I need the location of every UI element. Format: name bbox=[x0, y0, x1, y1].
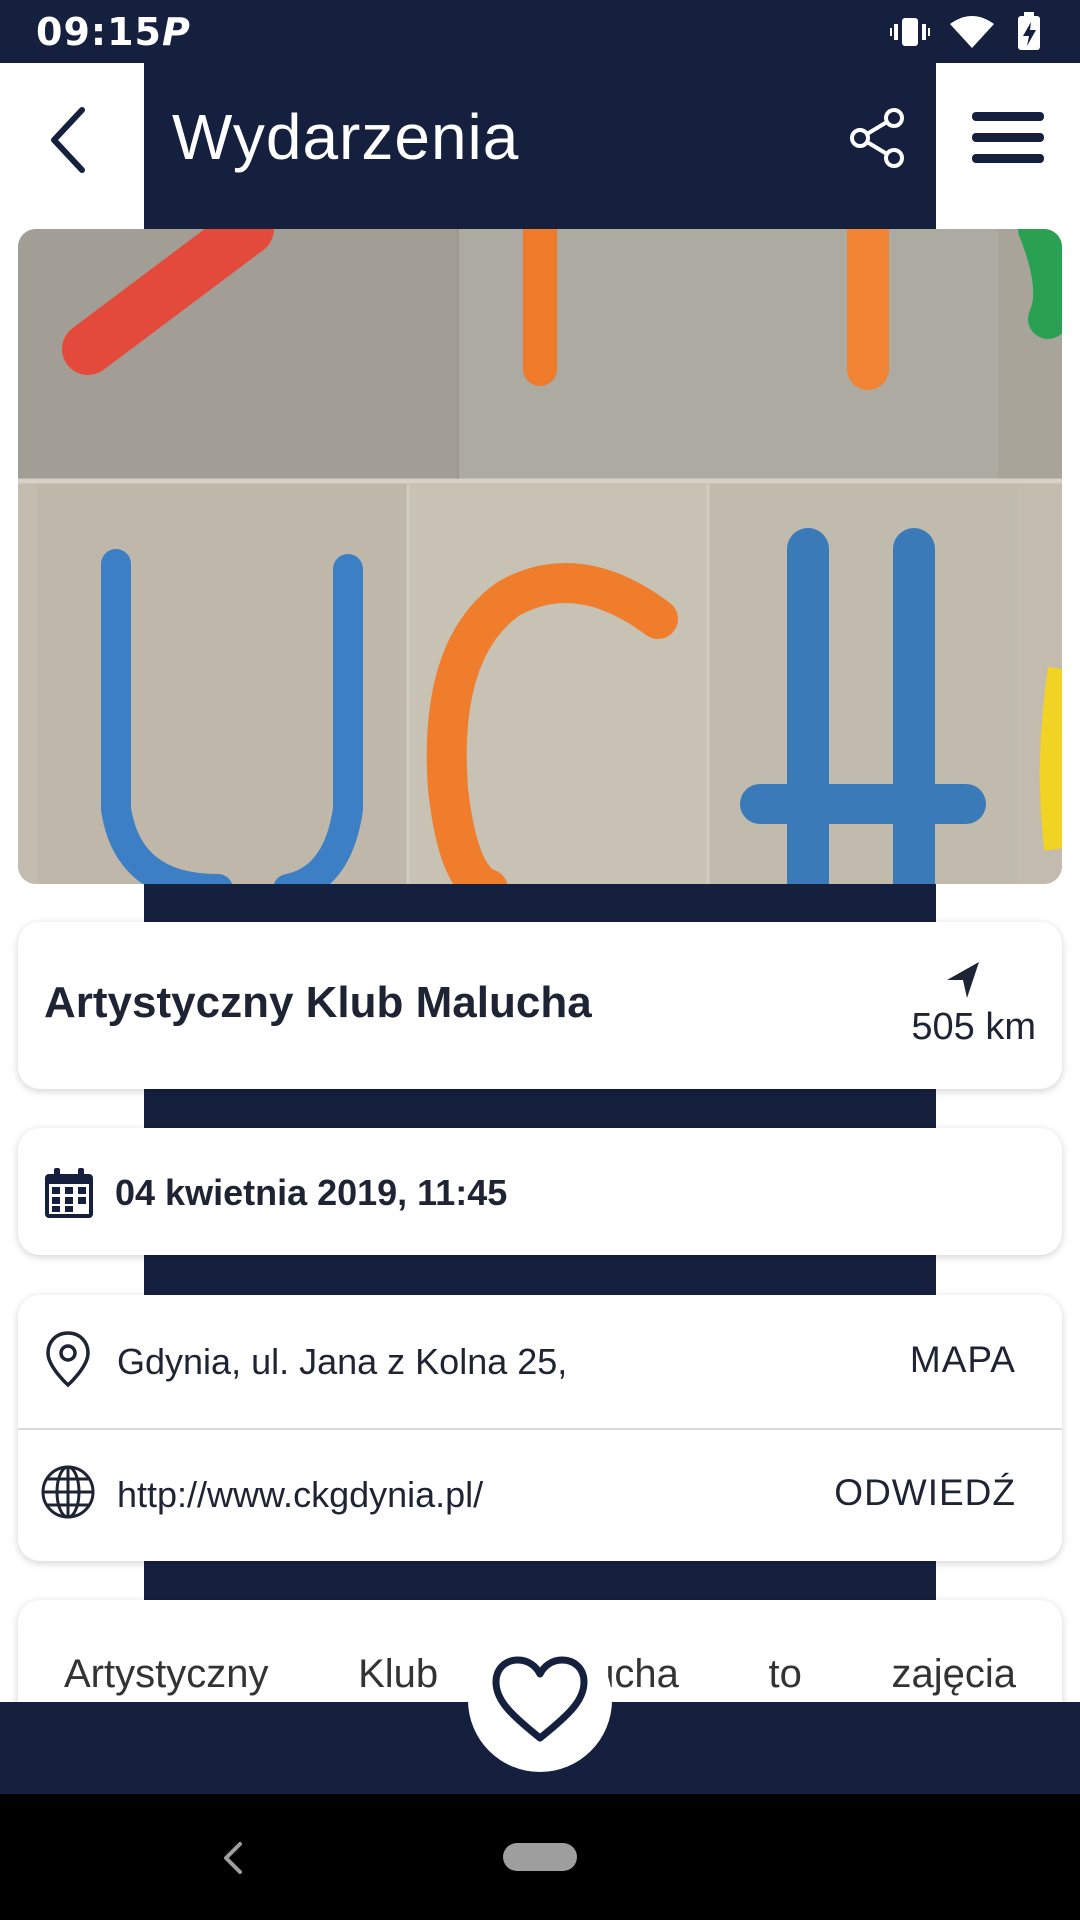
event-website[interactable]: http://www.ckgdynia.pl/ bbox=[117, 1474, 483, 1516]
share-icon bbox=[850, 108, 904, 168]
event-name: Artystyczny Klub Malucha bbox=[44, 978, 592, 1027]
share-button[interactable] bbox=[846, 106, 910, 170]
event-address: Gdynia, ul. Jana z Kolna 25, bbox=[117, 1341, 568, 1382]
event-distance: 505 km bbox=[911, 1006, 1036, 1048]
event-image bbox=[18, 229, 1062, 884]
event-info-card: Gdynia, ul. Jana z Kolna 25, MAPA http:/… bbox=[18, 1295, 1062, 1561]
visit-button[interactable]: ODWIEDŹ bbox=[834, 1472, 1016, 1514]
chevron-left-icon bbox=[51, 107, 85, 173]
menu-button[interactable] bbox=[972, 108, 1044, 168]
page-title: Wydarzenia bbox=[172, 101, 520, 173]
status-time: 09:15 bbox=[36, 10, 162, 54]
address-row: Gdynia, ul. Jana z Kolna 25, MAPA bbox=[18, 1295, 1062, 1430]
navigation-arrow-icon bbox=[947, 962, 979, 998]
vibrate-icon bbox=[890, 18, 930, 46]
heart-icon bbox=[492, 1656, 588, 1742]
status-icons bbox=[890, 12, 1040, 50]
map-button[interactable]: MAPA bbox=[910, 1339, 1016, 1381]
wifi-icon bbox=[950, 16, 994, 48]
event-title-card: Artystyczny Klub Malucha 505 km bbox=[18, 922, 1062, 1089]
location-pin-icon bbox=[46, 1331, 90, 1388]
system-back-icon[interactable] bbox=[218, 1838, 248, 1878]
status-bar: 09:15 P bbox=[0, 0, 1080, 63]
calendar-icon bbox=[45, 1168, 93, 1218]
parking-app-indicator: P bbox=[162, 10, 190, 54]
event-date: 04 kwietnia 2019, 11:45 bbox=[115, 1172, 508, 1213]
event-date-card: 04 kwietnia 2019, 11:45 bbox=[18, 1128, 1062, 1255]
hamburger-menu-icon bbox=[972, 112, 1044, 163]
globe-icon bbox=[41, 1465, 95, 1519]
back-button[interactable] bbox=[40, 100, 100, 180]
website-row: http://www.ckgdynia.pl/ ODWIEDŹ bbox=[18, 1428, 1062, 1561]
favorite-button[interactable] bbox=[468, 1628, 612, 1772]
system-home-button[interactable] bbox=[503, 1843, 577, 1871]
battery-icon bbox=[1018, 12, 1040, 50]
